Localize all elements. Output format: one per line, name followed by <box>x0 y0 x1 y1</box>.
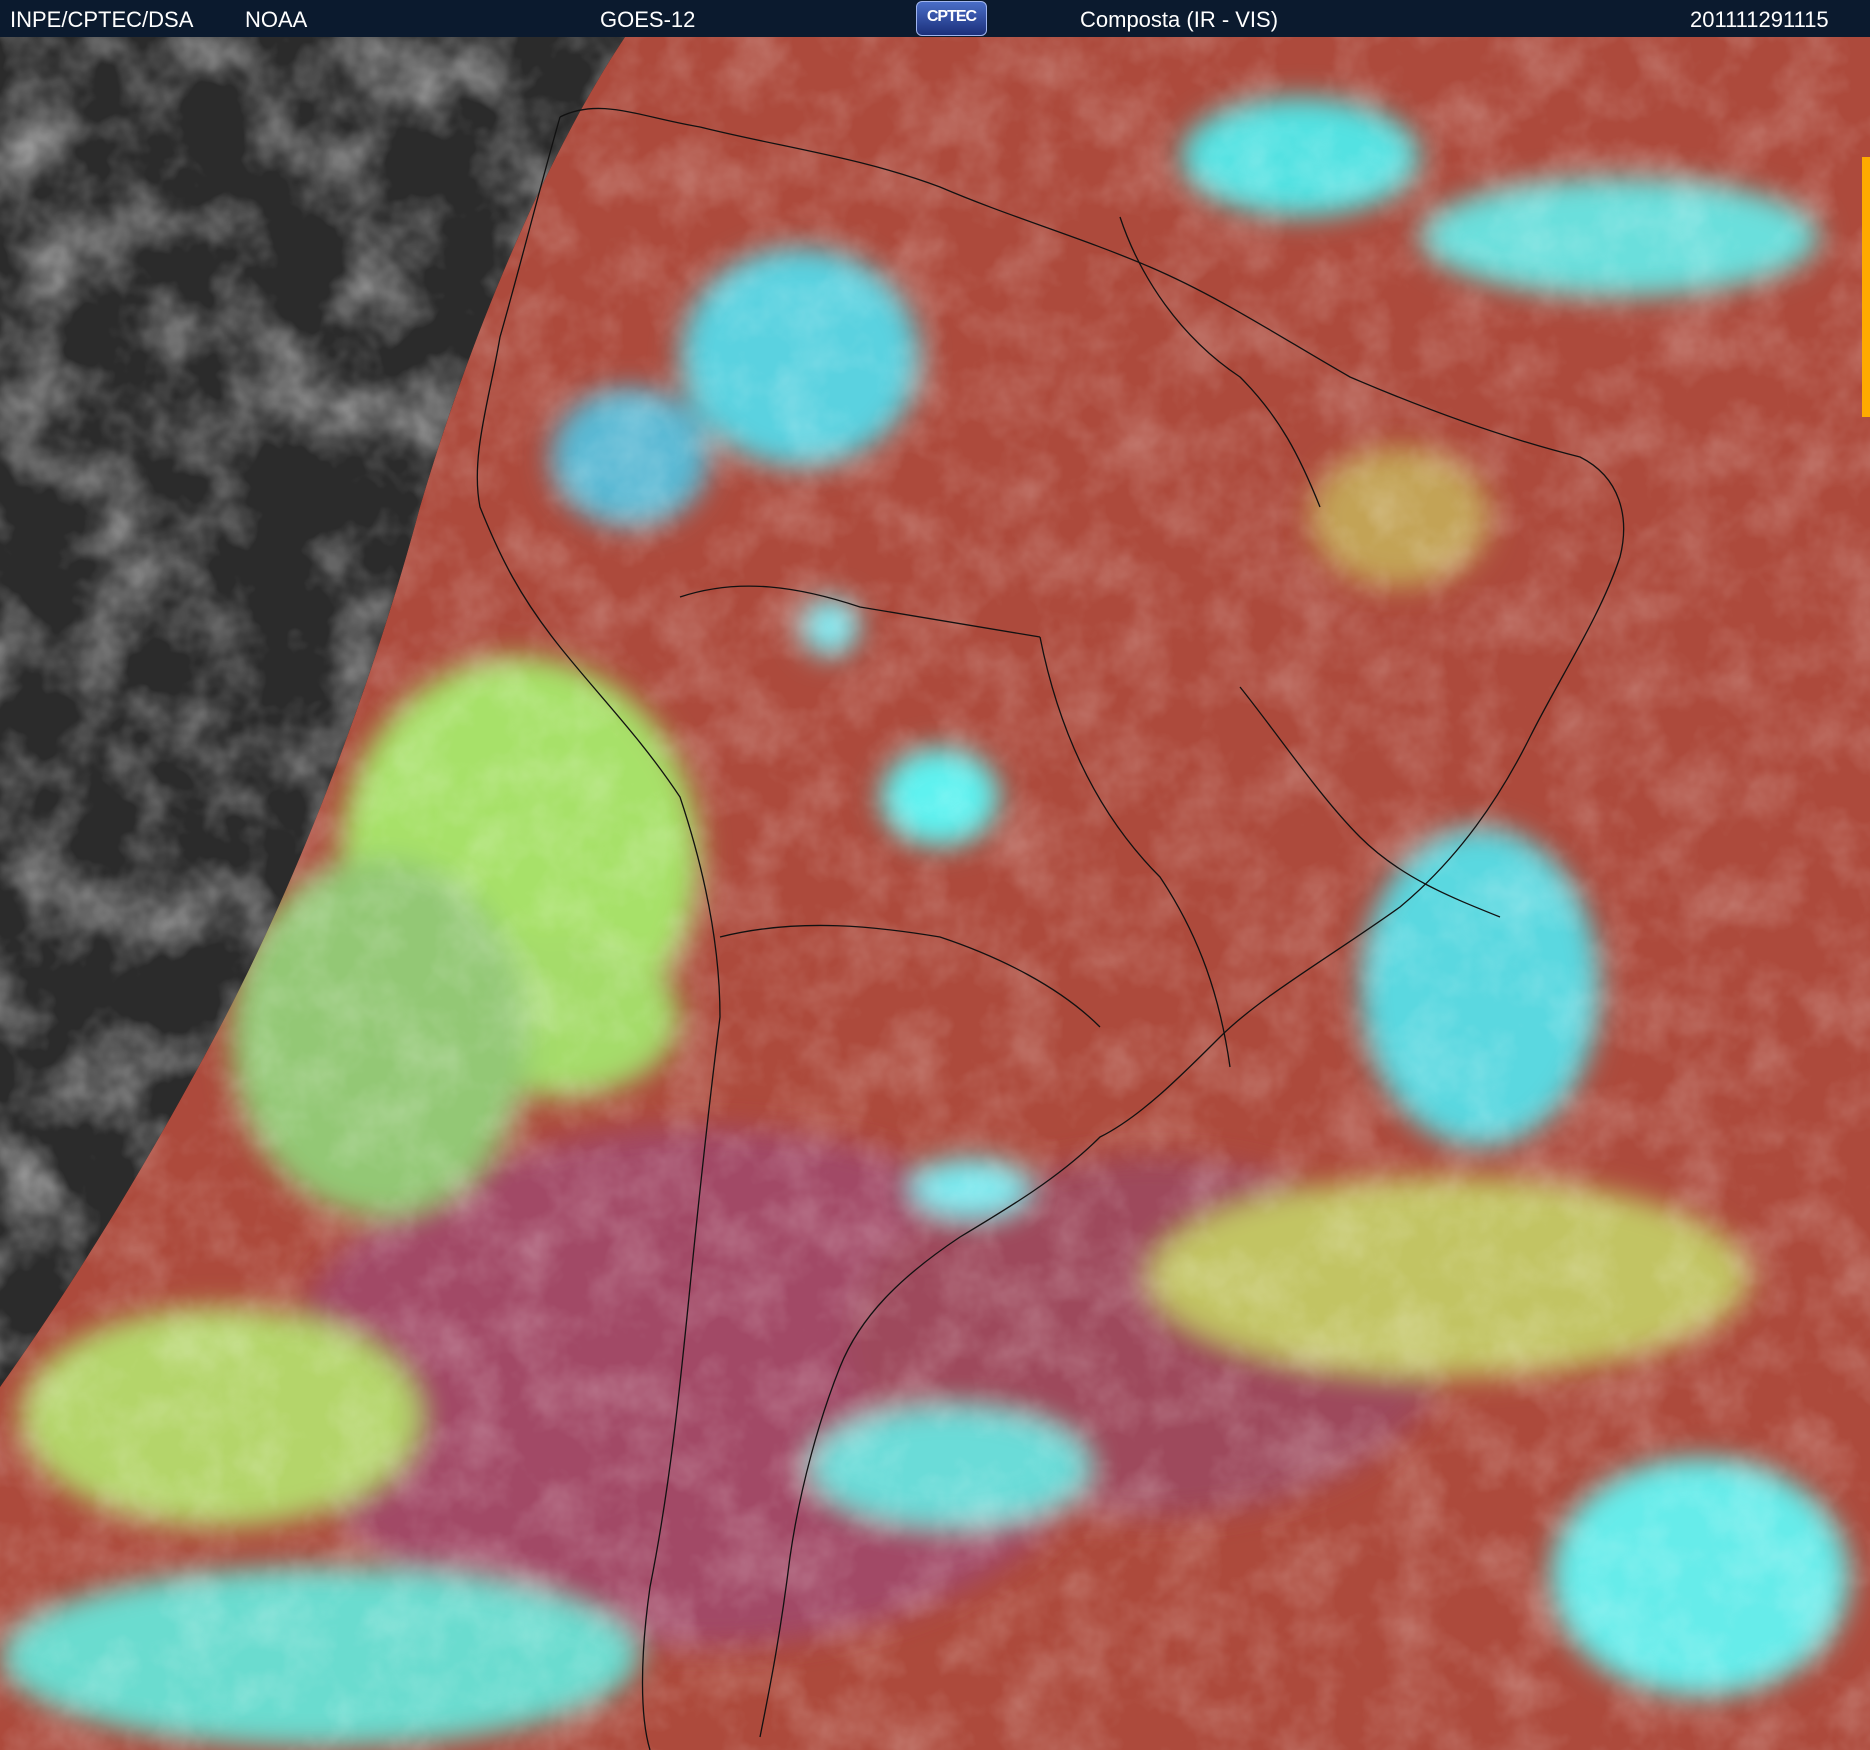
title-bar: INPE/CPTEC/DSA NOAA GOES-12 CPTEC Compos… <box>0 0 1870 37</box>
satellite-label: GOES-12 <box>600 7 696 32</box>
provider-label: NOAA <box>245 7 308 32</box>
cptec-logo-text: CPTEC <box>926 8 977 25</box>
cptec-logo: CPTEC <box>916 1 987 36</box>
timestamp-label: 201111291115 <box>1690 7 1829 32</box>
satellite-image <box>0 37 1870 1750</box>
agency-label: INPE/CPTEC/DSA <box>10 7 194 32</box>
product-label: Composta (IR - VIS) <box>1080 7 1279 32</box>
